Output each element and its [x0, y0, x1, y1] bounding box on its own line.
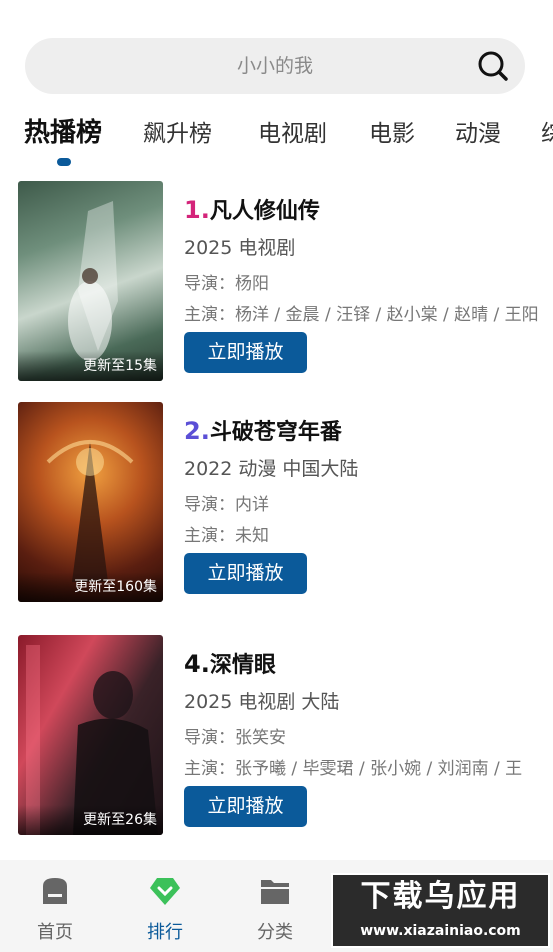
home-icon: [43, 878, 67, 904]
item-meta: 2022 动漫 中国大陆: [184, 458, 359, 480]
poster-image[interactable]: 更新至26集: [18, 635, 163, 835]
watermark-main: 下载乌应用: [360, 879, 521, 914]
episode-badge: 更新至15集: [18, 351, 163, 381]
item-meta: 2025 电视剧: [184, 237, 296, 259]
item-cast: 主演：张予曦 / 毕雯珺 / 张小婉 / 刘润南 / 王: [184, 759, 523, 779]
watermark-logo: 下载乌应用 www.xiazainiao.com: [331, 873, 550, 948]
episode-badge: 更新至160集: [18, 572, 163, 602]
watermark-url: www.xiazainiao.com: [360, 923, 521, 939]
folder-icon: [261, 880, 289, 904]
title-text: 斗破苍穹年番: [209, 420, 342, 445]
tab-anime[interactable]: 动漫: [455, 114, 501, 148]
tab-rising[interactable]: 飙升榜: [143, 114, 212, 148]
title-text: 凡人修仙传: [209, 199, 320, 224]
item-director: 导演：杨阳: [184, 274, 269, 294]
tabbar-label: 排行: [147, 922, 183, 943]
tab-movie[interactable]: 电影: [369, 114, 415, 148]
episode-badge: 更新至26集: [18, 805, 163, 835]
item-director: 导演：张笑安: [184, 728, 286, 748]
title-text: 深情眼: [209, 653, 276, 678]
search-input[interactable]: 小小的我: [25, 38, 525, 94]
tab-variety[interactable]: 综: [541, 114, 553, 148]
tabbar-label: 首页: [37, 922, 73, 943]
play-button[interactable]: 立即播放: [184, 553, 307, 594]
poster-image[interactable]: 更新至160集: [18, 402, 163, 602]
item-cast: 主演：未知: [184, 526, 269, 546]
tab-tv[interactable]: 电视剧: [258, 114, 327, 148]
search-icon[interactable]: [477, 50, 509, 82]
ranking-icon: [150, 878, 180, 905]
list-item[interactable]: 更新至15集 1.凡人修仙传 2025 电视剧 导演：杨阳 主演：杨洋 / 金晨…: [0, 181, 553, 381]
tab-indicator: [57, 158, 71, 166]
search-bar[interactable]: 小小的我: [25, 38, 525, 94]
rank-number: 4.: [184, 650, 210, 678]
item-title[interactable]: 1.凡人修仙传: [184, 193, 320, 225]
item-title[interactable]: 4.深情眼: [184, 647, 276, 679]
poster-image[interactable]: 更新至15集: [18, 181, 163, 381]
item-cast: 主演：杨洋 / 金晨 / 汪铎 / 赵小棠 / 赵晴 / 王阳: [184, 305, 539, 325]
item-meta: 2025 电视剧 大陆: [184, 691, 340, 713]
tabbar-item-ranking[interactable]: 排行: [110, 860, 220, 952]
item-title[interactable]: 2.斗破苍穹年番: [184, 414, 342, 446]
list-item[interactable]: 更新至26集 4.深情眼 2025 电视剧 大陆 导演：张笑安 主演：张予曦 /…: [0, 635, 553, 835]
play-button[interactable]: 立即播放: [184, 332, 307, 373]
play-button[interactable]: 立即播放: [184, 786, 307, 827]
tab-hot[interactable]: 热播榜: [24, 112, 102, 149]
tabbar-item-home[interactable]: 首页: [0, 860, 110, 952]
category-tabs: 热播榜 飙升榜 电视剧 电影 动漫 综: [0, 110, 553, 170]
rank-number: 1.: [184, 196, 210, 224]
list-item[interactable]: 更新至160集 2.斗破苍穹年番 2022 动漫 中国大陆 导演：内详 主演：未…: [0, 402, 553, 602]
tabbar-label: 分类: [257, 922, 293, 943]
rank-number: 2.: [184, 417, 210, 445]
tabbar-item-category[interactable]: 分类: [220, 860, 330, 952]
item-director: 导演：内详: [184, 495, 269, 515]
